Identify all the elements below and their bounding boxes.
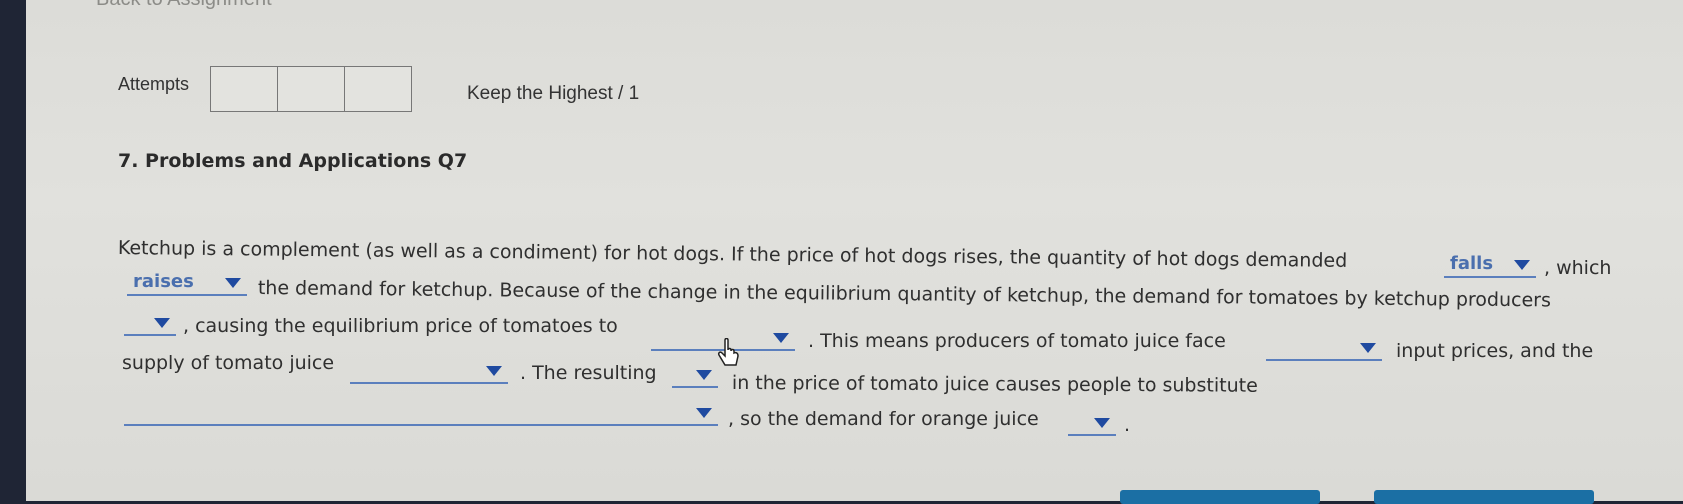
chevron-down-icon [773,333,789,343]
hand-cursor-icon [718,338,739,366]
attempt-box [278,66,345,112]
dropdown-hotdog-quantity[interactable]: falls [1444,252,1536,278]
chevron-down-icon [696,408,712,418]
assignment-panel: Back to Assignment Attempts Keep the Hig… [26,0,1683,504]
dropdown-value: raises [133,271,194,292]
question-text-line-4b: . The resulting [520,362,657,384]
attempt-box [210,66,278,112]
dropdown-tomato-demand[interactable] [124,310,176,336]
dropdown-juice-price-change[interactable] [672,362,718,388]
dropdown-ketchup-demand[interactable]: raises [127,270,247,296]
dropdown-value: falls [1450,253,1494,274]
chevron-down-icon [1514,260,1530,270]
question-text-line-1-end: , which [1544,257,1612,279]
chevron-down-icon [225,278,241,288]
chevron-down-icon [1360,343,1376,353]
question-text-line-5a: , so the demand for orange juice [728,408,1039,430]
question-text-line-3c: input prices, and the [1396,340,1594,362]
chevron-down-icon [486,366,502,376]
attempt-boxes [210,66,412,112]
dropdown-substitute[interactable] [124,400,718,426]
action-button-1[interactable] [1120,490,1320,504]
chevron-down-icon [696,370,712,380]
question-title: 7. Problems and Applications Q7 [118,150,468,172]
question-text-line-2: the demand for ketchup. Because of the c… [257,277,1552,312]
question-text-line-4a: supply of tomato juice [122,352,335,374]
chevron-down-icon [1094,418,1110,428]
question-text-line-5b: . [1124,414,1131,436]
question-text-line-1: Ketchup is a complement (as well as a co… [117,237,1348,272]
keep-highest-label: Keep the Highest / 1 [467,83,640,104]
dropdown-input-prices[interactable] [1266,335,1382,361]
question-text-line-3a: , causing the equilibrium price of tomat… [183,315,618,337]
action-button-2[interactable] [1374,490,1594,504]
question-text-line-4c: in the price of tomato juice causes peop… [731,372,1258,397]
attempts-label: Attempts [118,74,190,94]
attempt-box [345,66,412,112]
back-to-assignment-link[interactable]: Back to Assignment [96,0,272,11]
question-text-line-3b: . This means producers of tomato juice f… [808,330,1226,352]
chevron-down-icon [154,318,170,328]
dropdown-juice-supply[interactable] [350,358,508,384]
dropdown-orange-juice-demand[interactable] [1068,410,1116,436]
